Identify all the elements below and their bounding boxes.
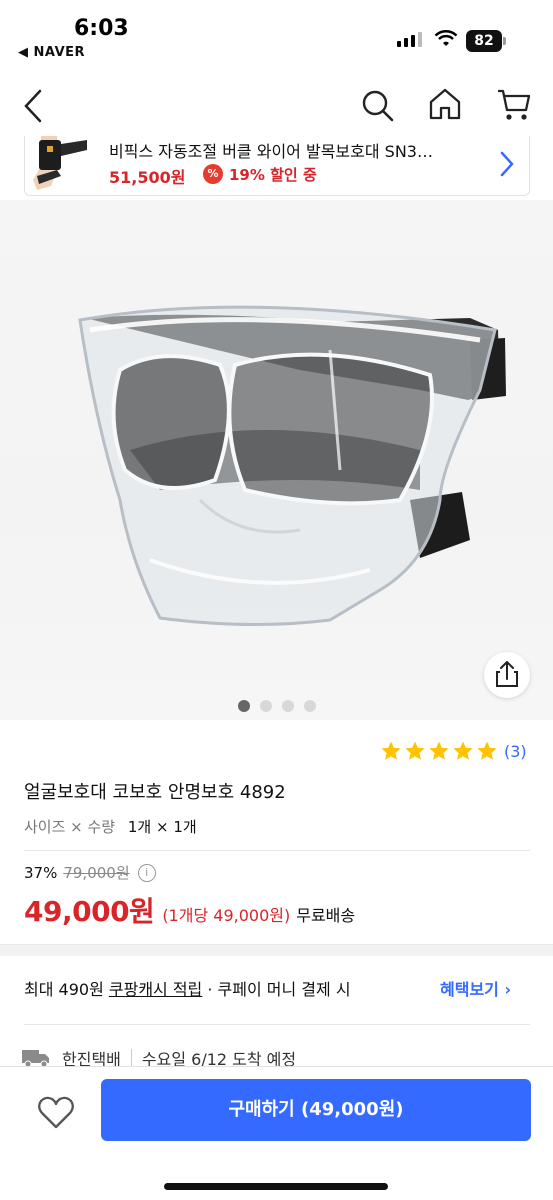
battery-nub (503, 37, 506, 45)
status-bar: 6:03 ◀ NAVER 82 (0, 0, 553, 68)
home-icon[interactable] (428, 86, 462, 122)
shipping-badge: 무료배송 (296, 906, 356, 925)
recommended-product-title: 비픽스 자동조절 버클 와이어 발목보호대 SN3… (109, 142, 433, 161)
home-indicator (164, 1183, 388, 1190)
recommended-product-discount: 19% 할인 중 (229, 166, 317, 184)
view-benefits-link[interactable]: 혜택보기 › (440, 976, 511, 1000)
gallery-pagination-dots (0, 700, 553, 712)
share-icon (496, 661, 518, 687)
wifi-icon (434, 29, 458, 46)
chevron-right-icon[interactable] (499, 150, 515, 178)
heart-icon[interactable] (34, 1091, 78, 1135)
divider (24, 1024, 530, 1025)
star-icon (381, 741, 401, 760)
battery-icon: 82 (466, 30, 502, 52)
info-icon[interactable]: i (137, 863, 156, 882)
top-nav-bar (0, 80, 553, 132)
bottom-action-bar: 구매하기 (49,000원) (0, 1066, 553, 1200)
discount-badge-icon: % (203, 164, 223, 184)
cash-benefit-suffix: · 쿠페이 머니 결제 시 (202, 980, 351, 999)
section-separator (0, 944, 553, 956)
unit-price: (1개당 49,000원) (162, 906, 291, 925)
star-icon (453, 741, 473, 760)
star-icon (429, 741, 449, 760)
cart-icon[interactable] (496, 86, 532, 124)
pagination-dot[interactable] (303, 700, 316, 712)
search-icon[interactable] (360, 88, 396, 124)
share-button[interactable] (484, 652, 530, 698)
review-count[interactable]: (3) (504, 742, 527, 761)
recommended-product-banner[interactable]: 비픽스 자동조절 버클 와이어 발목보호대 SN3… 51,500원 % 19%… (24, 136, 530, 196)
back-to-app-link[interactable]: ◀ NAVER (18, 45, 85, 60)
star-icon (477, 741, 497, 760)
original-price: 79,000원 (63, 864, 130, 882)
discount-row: 37% 79,000원 i (24, 862, 156, 883)
recommended-product-price: 51,500원 (109, 168, 186, 187)
product-image-gallery[interactable] (0, 200, 553, 720)
rating-stars (380, 740, 498, 762)
face-mask-product-image (78, 305, 506, 627)
price-row: 49,000원 (1개당 49,000원) 무료배송 (24, 890, 355, 930)
truck-icon (22, 1050, 49, 1068)
cellular-signal-icon (397, 32, 422, 47)
product-rating[interactable]: (3) (380, 740, 527, 762)
buy-button[interactable]: 구매하기 (49,000원) (101, 1079, 531, 1141)
pagination-dot[interactable] (259, 700, 272, 712)
coupang-cash-link[interactable]: 쿠팡캐시 적립 (109, 980, 202, 999)
star-icon (405, 741, 425, 760)
divider (24, 850, 530, 851)
selected-options: 사이즈 × 수량 1개 × 1개 (24, 816, 197, 837)
chevron-left-icon[interactable] (20, 88, 46, 124)
ankle-brace-thumbnail (27, 136, 89, 192)
cash-benefit-prefix: 최대 490원 (24, 980, 109, 999)
option-value: 1개 × 1개 (127, 818, 197, 836)
discount-rate: 37% (24, 863, 58, 882)
sale-price: 49,000원 (24, 895, 155, 928)
option-label: 사이즈 × 수량 (24, 818, 116, 836)
product-title: 얼굴보호대 코보호 안명보호 4892 (24, 782, 286, 803)
status-time: 6:03 (74, 16, 129, 41)
divider (130, 1049, 132, 1067)
pagination-dot[interactable] (237, 700, 250, 712)
pagination-dot[interactable] (281, 700, 294, 712)
